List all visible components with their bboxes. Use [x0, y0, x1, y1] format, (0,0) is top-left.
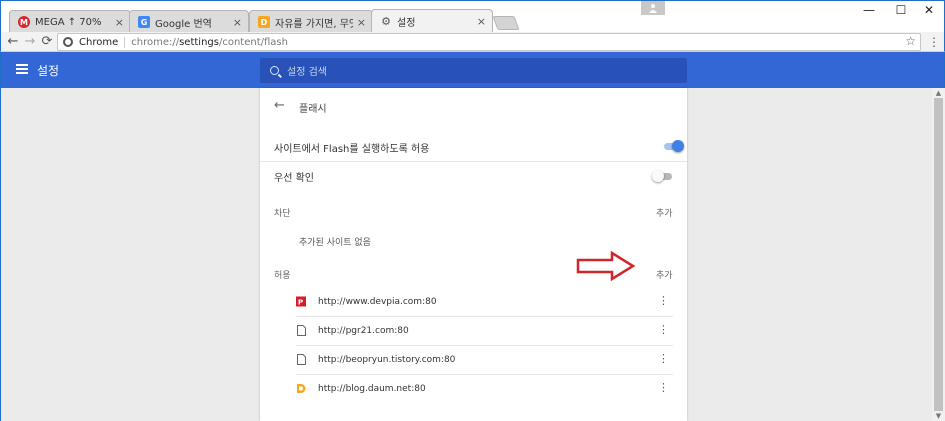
site-url: http://beopryun.tistory.com:80	[318, 354, 456, 365]
tab-settings[interactable]: ⚙ 설정 ×	[371, 9, 493, 33]
list-item[interactable]: http://pgr21.com:80 ⋮	[296, 316, 673, 345]
bookmark-star-icon[interactable]: ☆	[905, 34, 916, 48]
scroll-down-icon[interactable]: ▼	[932, 411, 945, 420]
settings-page: ← 플래시 사이트에서 Flash를 실행하도록 허용 우선 확인 차단 추가 …	[0, 88, 945, 421]
list-item[interactable]: http://blog.daum.net:80 ⋮	[296, 374, 673, 403]
scrollbar[interactable]: ▲ ▼	[932, 88, 945, 421]
url-host: settings	[179, 36, 219, 48]
svg-text:P: P	[298, 298, 304, 307]
tab-title: 설정	[397, 18, 416, 29]
page-icon	[296, 354, 306, 365]
close-tab-icon[interactable]: ×	[115, 16, 124, 29]
site-url: http://pgr21.com:80	[318, 325, 409, 336]
address-bar[interactable]: Chrome chrome:// settings /content/flash…	[57, 33, 921, 51]
list-item[interactable]: http://beopryun.tistory.com:80 ⋮	[296, 345, 673, 374]
site-url: http://blog.daum.net:80	[318, 383, 426, 394]
ask-first-toggle[interactable]	[652, 170, 674, 184]
tab-title: 자유를 가지면, 무엇을 ·	[275, 18, 353, 30]
ask-first-label: 우선 확인	[274, 172, 314, 184]
settings-title: 설정	[37, 64, 60, 78]
allow-add-button[interactable]: 추가	[656, 268, 673, 281]
allow-flash-label: 사이트에서 Flash를 실행하도록 허용	[274, 143, 430, 155]
red-arrow-annotation	[576, 251, 636, 281]
tab-google-translate[interactable]: G Google 번역 ×	[129, 10, 249, 33]
tab-mega[interactable]: M MEGA ↑ 70% ×	[9, 10, 131, 33]
blog-icon: D	[258, 16, 270, 28]
scroll-up-icon[interactable]: ▲	[932, 88, 945, 97]
hamburger-menu-icon[interactable]	[16, 64, 28, 74]
more-actions-icon[interactable]: ⋮	[658, 324, 669, 335]
new-tab-button[interactable]	[492, 16, 520, 30]
close-tab-icon[interactable]: ×	[233, 16, 242, 29]
close-window-button[interactable]: ✕	[913, 1, 945, 19]
browser-toolbar: ← → ⟳ Chrome chrome:// settings /content…	[0, 32, 945, 52]
minimize-button[interactable]: —	[853, 1, 885, 19]
tab-title: Google 번역	[155, 18, 212, 30]
reload-button[interactable]: ⟳	[39, 33, 55, 49]
security-chip[interactable]: Chrome	[79, 36, 126, 48]
allow-flash-row: 사이트에서 Flash를 실행하도록 허용	[274, 140, 674, 155]
page-title: 플래시	[299, 104, 327, 115]
search-icon	[270, 66, 279, 75]
settings-search-input[interactable]: 설정 검색	[260, 58, 687, 83]
close-tab-icon[interactable]: ×	[477, 15, 486, 28]
site-url: http://www.devpia.com:80	[318, 296, 437, 307]
list-item[interactable]: P http://www.devpia.com:80 ⋮	[296, 287, 673, 316]
settings-header: 설정 설정 검색	[0, 52, 945, 88]
block-empty-text: 추가된 사이트 없음	[299, 238, 371, 248]
divider	[260, 161, 687, 162]
chrome-menu-button[interactable]: ⋮	[927, 35, 941, 49]
allow-flash-toggle[interactable]	[662, 140, 684, 154]
block-add-button[interactable]: 추가	[656, 206, 673, 219]
gear-icon: ⚙	[381, 15, 391, 28]
user-icon[interactable]	[641, 1, 665, 15]
tab-blog[interactable]: D 자유를 가지면, 무엇을 · ×	[249, 10, 373, 33]
search-placeholder: 설정 검색	[287, 67, 327, 78]
more-actions-icon[interactable]: ⋮	[658, 295, 669, 306]
block-section-label: 차단	[274, 209, 291, 219]
devpia-icon: P	[296, 296, 306, 307]
mega-icon: M	[18, 16, 30, 28]
url-scheme: chrome://	[131, 36, 180, 48]
back-button[interactable]: ←	[5, 33, 21, 49]
ask-first-row: 우선 확인	[274, 169, 674, 184]
google-translate-icon: G	[138, 16, 150, 28]
forward-button[interactable]: →	[22, 33, 38, 49]
scroll-thumb[interactable]	[934, 98, 943, 411]
allow-section-label: 허용	[274, 271, 291, 281]
url-path: /content/flash	[218, 36, 288, 48]
back-arrow-icon[interactable]: ←	[274, 98, 285, 113]
close-tab-icon[interactable]: ×	[357, 16, 366, 29]
daum-icon	[296, 383, 306, 394]
page-icon	[296, 325, 306, 336]
tab-strip: M MEGA ↑ 70% × G Google 번역 × D 자유를 가지면, …	[0, 0, 945, 33]
tab-title: MEGA ↑ 70%	[35, 16, 102, 28]
chrome-icon	[63, 37, 73, 47]
more-actions-icon[interactable]: ⋮	[658, 382, 669, 393]
more-actions-icon[interactable]: ⋮	[658, 353, 669, 364]
